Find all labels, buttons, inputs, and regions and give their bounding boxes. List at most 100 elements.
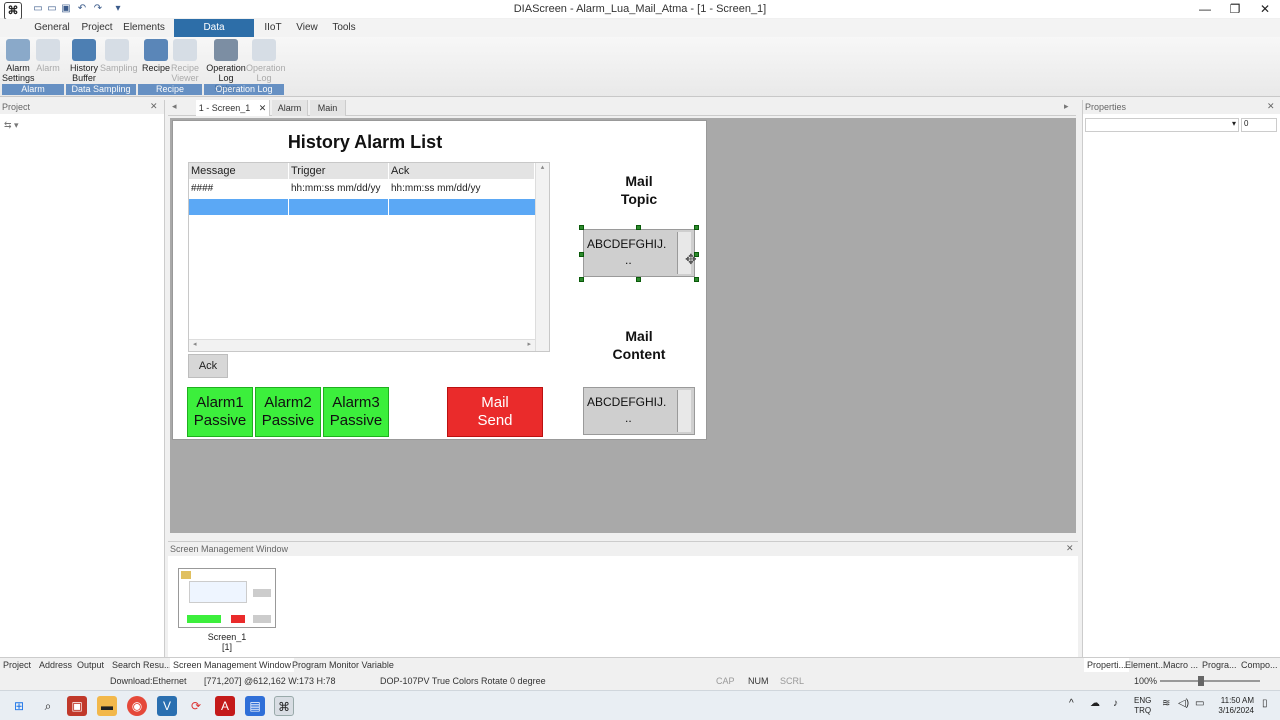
mail-topic-label[interactable]: Mail Topic [574, 172, 704, 208]
tab-macro-bottom[interactable]: Macro ... [1160, 658, 1201, 672]
group-label-recipe: Recipe [138, 84, 202, 95]
windows-start-icon[interactable]: ⊞ [9, 696, 29, 716]
zoom-slider-thumb[interactable] [1198, 676, 1204, 686]
battery-icon[interactable]: ▭ [1195, 699, 1204, 709]
wifi-icon[interactable]: ≋ [1162, 699, 1170, 709]
recipe-button[interactable]: Recipe [142, 39, 170, 83]
notification-icon[interactable]: ▯ [1262, 699, 1268, 709]
thumbnail-topic-box [253, 589, 271, 597]
alarm2-button[interactable]: Alarm2 Passive [255, 387, 321, 437]
project-toolbar-icon[interactable]: ⇆ ▾ [4, 120, 34, 130]
mail-content-scroll[interactable] [677, 390, 691, 432]
tab-output[interactable]: Output [74, 658, 107, 672]
redo-icon[interactable]: ↷ [92, 3, 104, 14]
thumbnail-table-preview [189, 581, 247, 603]
open-file-icon[interactable]: ▭ [46, 3, 58, 14]
tab-program-bottom[interactable]: Progra... [1199, 658, 1240, 672]
close-button[interactable]: ✕ [1250, 1, 1280, 17]
thumbnail-alarm-buttons [187, 615, 221, 623]
tab-data-management[interactable]: Data Management [174, 19, 254, 51]
mail-send-button[interactable]: Mail Send [447, 387, 543, 437]
selection-handle[interactable] [694, 225, 699, 230]
zoom-slider[interactable] [1160, 680, 1260, 682]
window-title: DIAScreen - Alarm_Lua_Mail_Atma - [1 - S… [513, 3, 767, 15]
screen-management-window: Screen Management Window ✕ Screen_1 [1] [168, 541, 1078, 657]
close-icon[interactable]: ✕ [150, 101, 158, 112]
tab-search-results[interactable]: Search Resu... [109, 658, 175, 672]
save-icon[interactable]: ▣ [60, 3, 72, 14]
horizontal-scrollbar[interactable]: ◂ ▸ [189, 339, 535, 351]
history-alarm-title[interactable]: History Alarm List [285, 132, 445, 153]
tab-screen-1[interactable]: 1 - Screen_1 ✕ [196, 100, 270, 116]
close-tab-icon[interactable]: ✕ [259, 103, 267, 113]
table-cell-message: #### [191, 183, 214, 194]
language-indicator[interactable]: ENG TRQ [1134, 696, 1151, 716]
history-buffer-button[interactable]: History Buffer [68, 39, 100, 83]
tab-elements[interactable]: Elements [122, 19, 166, 37]
tab-alarm[interactable]: Alarm [272, 100, 308, 116]
microphone-icon[interactable]: ♪ [1113, 699, 1118, 709]
vertical-scrollbar[interactable]: ▴ [535, 163, 549, 351]
pdf-reader-icon[interactable]: A [215, 696, 235, 716]
notes-icon[interactable]: ▤ [245, 696, 265, 716]
minimize-button[interactable]: — [1190, 1, 1220, 17]
app-spiral-icon[interactable]: ⟳ [186, 696, 206, 716]
move-cursor-icon: ✥ [685, 251, 697, 267]
mail-content-field[interactable]: ABCDEFGHIJ. .. [583, 387, 695, 435]
column-header-ack: Ack [389, 163, 535, 179]
clock[interactable]: 11:50 AM 3/16/2024 [1212, 696, 1254, 716]
alarm3-button[interactable]: Alarm3 Passive [323, 387, 389, 437]
undo-icon[interactable]: ↶ [76, 3, 88, 14]
tab-main[interactable]: Main [310, 100, 346, 116]
alarm-settings-button[interactable]: Alarm Settings [2, 39, 35, 83]
selection-handle[interactable] [694, 277, 699, 282]
diascreen-taskbar-icon[interactable]: ⌘ [274, 696, 294, 716]
mail-topic-field[interactable]: ABCDEFGHIJ. .. [583, 229, 695, 277]
tab-screen-management[interactable]: Screen Management Window [170, 658, 295, 672]
customize-toolbar-icon[interactable]: ▾ [112, 3, 124, 14]
tab-program-monitor[interactable]: Program Monitor Variable [289, 658, 397, 672]
close-icon[interactable]: ✕ [1066, 543, 1074, 554]
property-value-spinner[interactable]: 0 [1241, 118, 1277, 132]
app-red-icon[interactable]: ▣ [67, 696, 87, 716]
screen-thumbnail[interactable] [178, 568, 276, 628]
selection-handle[interactable] [579, 277, 584, 282]
selection-handle[interactable] [579, 225, 584, 230]
scroll-right-icon[interactable]: ▸ [1064, 101, 1069, 112]
close-icon[interactable]: ✕ [1267, 101, 1275, 112]
tab-address[interactable]: Address [36, 658, 75, 672]
app-icon[interactable]: ⌘ [4, 2, 22, 20]
group-label-operation-log: Operation Log [204, 84, 284, 95]
maximize-button[interactable]: ❐ [1220, 1, 1250, 17]
tab-project-bottom[interactable]: Project [0, 658, 34, 672]
screen-1-editor[interactable]: History Alarm List Message Trigger Ack #… [172, 120, 707, 440]
tab-project[interactable]: Project [78, 19, 116, 37]
table-cell-trigger: hh:mm:ss mm/dd/yy [291, 183, 381, 194]
selection-handle[interactable] [636, 277, 641, 282]
ack-button[interactable]: Ack [188, 354, 228, 378]
chrome-icon[interactable]: ◉ [127, 696, 147, 716]
search-icon[interactable]: ⌕ [38, 696, 58, 716]
mail-content-label[interactable]: Mail Content [574, 327, 704, 363]
alarm1-button[interactable]: Alarm1 Passive [187, 387, 253, 437]
new-file-icon[interactable]: ▭ [32, 3, 44, 14]
column-header-message: Message [189, 163, 289, 179]
tab-view[interactable]: View [294, 19, 320, 37]
selection-handle[interactable] [636, 225, 641, 230]
tab-iiot[interactable]: IIoT [262, 19, 284, 37]
onedrive-icon[interactable]: ☁ [1090, 699, 1100, 709]
history-alarm-table[interactable]: Message Trigger Ack #### hh:mm:ss mm/dd/… [188, 162, 550, 352]
tab-general[interactable]: General [30, 19, 74, 37]
operation-log-setup-button[interactable]: Operation Log Setup [206, 39, 246, 93]
selected-row-highlight[interactable] [189, 199, 535, 215]
vscode-icon[interactable]: V [157, 696, 177, 716]
properties-panel: Properties ✕ ▾ 0 [1082, 100, 1280, 657]
object-selector-dropdown[interactable]: ▾ [1085, 118, 1239, 132]
tray-chevron-icon[interactable]: ^ [1069, 699, 1074, 709]
tab-component-bottom[interactable]: Compo... [1238, 658, 1280, 672]
scroll-left-icon[interactable]: ◂ [172, 101, 177, 112]
file-explorer-icon[interactable]: ▬ [97, 696, 117, 716]
volume-icon[interactable]: ◁) [1178, 699, 1189, 709]
tab-tools[interactable]: Tools [330, 19, 358, 37]
selection-handle[interactable] [579, 252, 584, 257]
